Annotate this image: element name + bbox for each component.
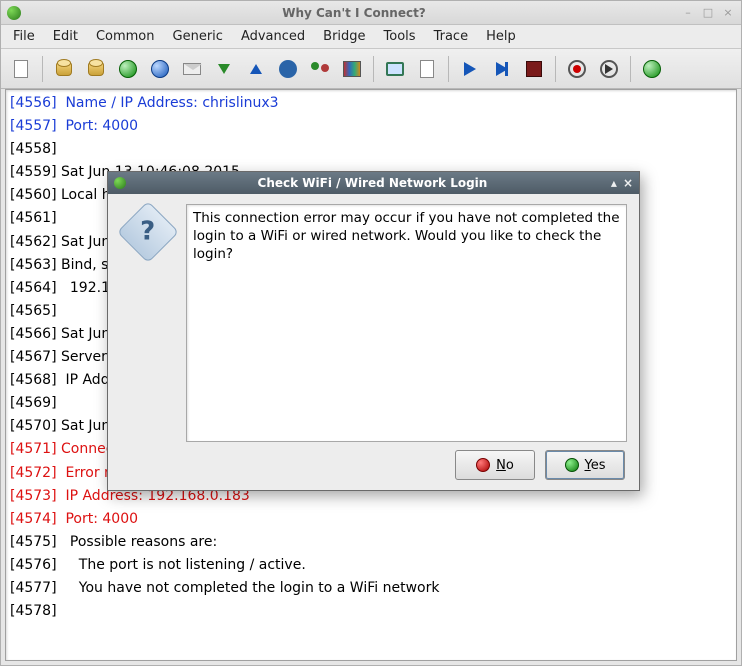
db-out-icon[interactable] <box>82 55 110 83</box>
stop-icon[interactable] <box>520 55 548 83</box>
log-line: [4578] <box>10 600 732 623</box>
dialog-titlebar[interactable]: Check WiFi / Wired Network Login ▴ × <box>108 172 639 194</box>
log-line: [4577] You have not completed the login … <box>10 577 732 600</box>
log-line: [4558] <box>10 138 732 161</box>
monitor-icon[interactable] <box>381 55 409 83</box>
toolbar-separator <box>373 56 374 82</box>
log-line: [4575] Possible reasons are: <box>10 531 732 554</box>
globe-blue-icon[interactable] <box>146 55 174 83</box>
yes-icon <box>565 458 579 472</box>
settings-icon[interactable] <box>7 55 35 83</box>
no-button[interactable]: No <box>455 450 535 480</box>
dialog-body: ? This connection error may occur if you… <box>108 194 639 442</box>
toolbar <box>1 49 741 89</box>
log-line: [4576] The port is not listening / activ… <box>10 554 732 577</box>
toolbar-separator <box>555 56 556 82</box>
toolbar-separator <box>42 56 43 82</box>
menubar: File Edit Common Generic Advanced Bridge… <box>1 25 741 49</box>
play-icon[interactable] <box>595 55 623 83</box>
dialog-rollup-icon[interactable]: ▴ <box>611 176 617 190</box>
menu-common[interactable]: Common <box>88 26 163 47</box>
yes-button[interactable]: Yes <box>545 450 625 480</box>
no-button-label: No <box>496 458 514 473</box>
maximize-icon[interactable]: □ <box>701 6 715 20</box>
dialog-check-network-login: Check WiFi / Wired Network Login ▴ × ? T… <box>107 171 640 491</box>
window-controls: – □ × <box>681 6 735 20</box>
users-icon[interactable] <box>306 55 334 83</box>
menu-generic[interactable]: Generic <box>165 26 231 47</box>
menu-trace[interactable]: Trace <box>426 26 477 47</box>
yes-button-label: Yes <box>585 458 606 473</box>
log-line: [4574] Port: 4000 <box>10 508 732 531</box>
minimize-icon[interactable]: – <box>681 6 695 20</box>
menu-advanced[interactable]: Advanced <box>233 26 313 47</box>
arrow-right-icon[interactable] <box>456 55 484 83</box>
menu-file[interactable]: File <box>5 26 43 47</box>
dialog-message: This connection error may occur if you h… <box>186 204 627 442</box>
menu-help[interactable]: Help <box>478 26 524 47</box>
page-icon[interactable] <box>413 55 441 83</box>
window-title: Why Can't I Connect? <box>27 6 681 20</box>
dialog-buttons: No Yes <box>455 450 625 480</box>
dialog-window-controls: ▴ × <box>611 176 633 190</box>
dialog-app-icon <box>114 177 126 189</box>
books-icon[interactable] <box>338 55 366 83</box>
log-line: [4556] Name / IP Address: chrislinux3 <box>10 92 732 115</box>
log-line: [4557] Port: 4000 <box>10 115 732 138</box>
main-titlebar[interactable]: Why Can't I Connect? – □ × <box>1 1 741 25</box>
arrow-right-stop-icon[interactable] <box>488 55 516 83</box>
dialog-close-icon[interactable]: × <box>623 176 633 190</box>
mail-icon[interactable] <box>178 55 206 83</box>
upload-icon[interactable] <box>242 55 270 83</box>
no-icon <box>476 458 490 472</box>
app-icon <box>7 6 21 20</box>
globe-green-icon[interactable] <box>114 55 142 83</box>
download-icon[interactable] <box>210 55 238 83</box>
toolbar-separator <box>448 56 449 82</box>
gear-icon[interactable] <box>274 55 302 83</box>
close-icon[interactable]: × <box>721 6 735 20</box>
status-green-icon[interactable] <box>638 55 666 83</box>
record-icon[interactable] <box>563 55 591 83</box>
menu-edit[interactable]: Edit <box>45 26 86 47</box>
db-in-icon[interactable] <box>50 55 78 83</box>
question-icon: ? <box>117 201 179 263</box>
toolbar-separator <box>630 56 631 82</box>
dialog-title: Check WiFi / Wired Network Login <box>134 176 611 190</box>
menu-tools[interactable]: Tools <box>376 26 424 47</box>
menu-bridge[interactable]: Bridge <box>315 26 373 47</box>
